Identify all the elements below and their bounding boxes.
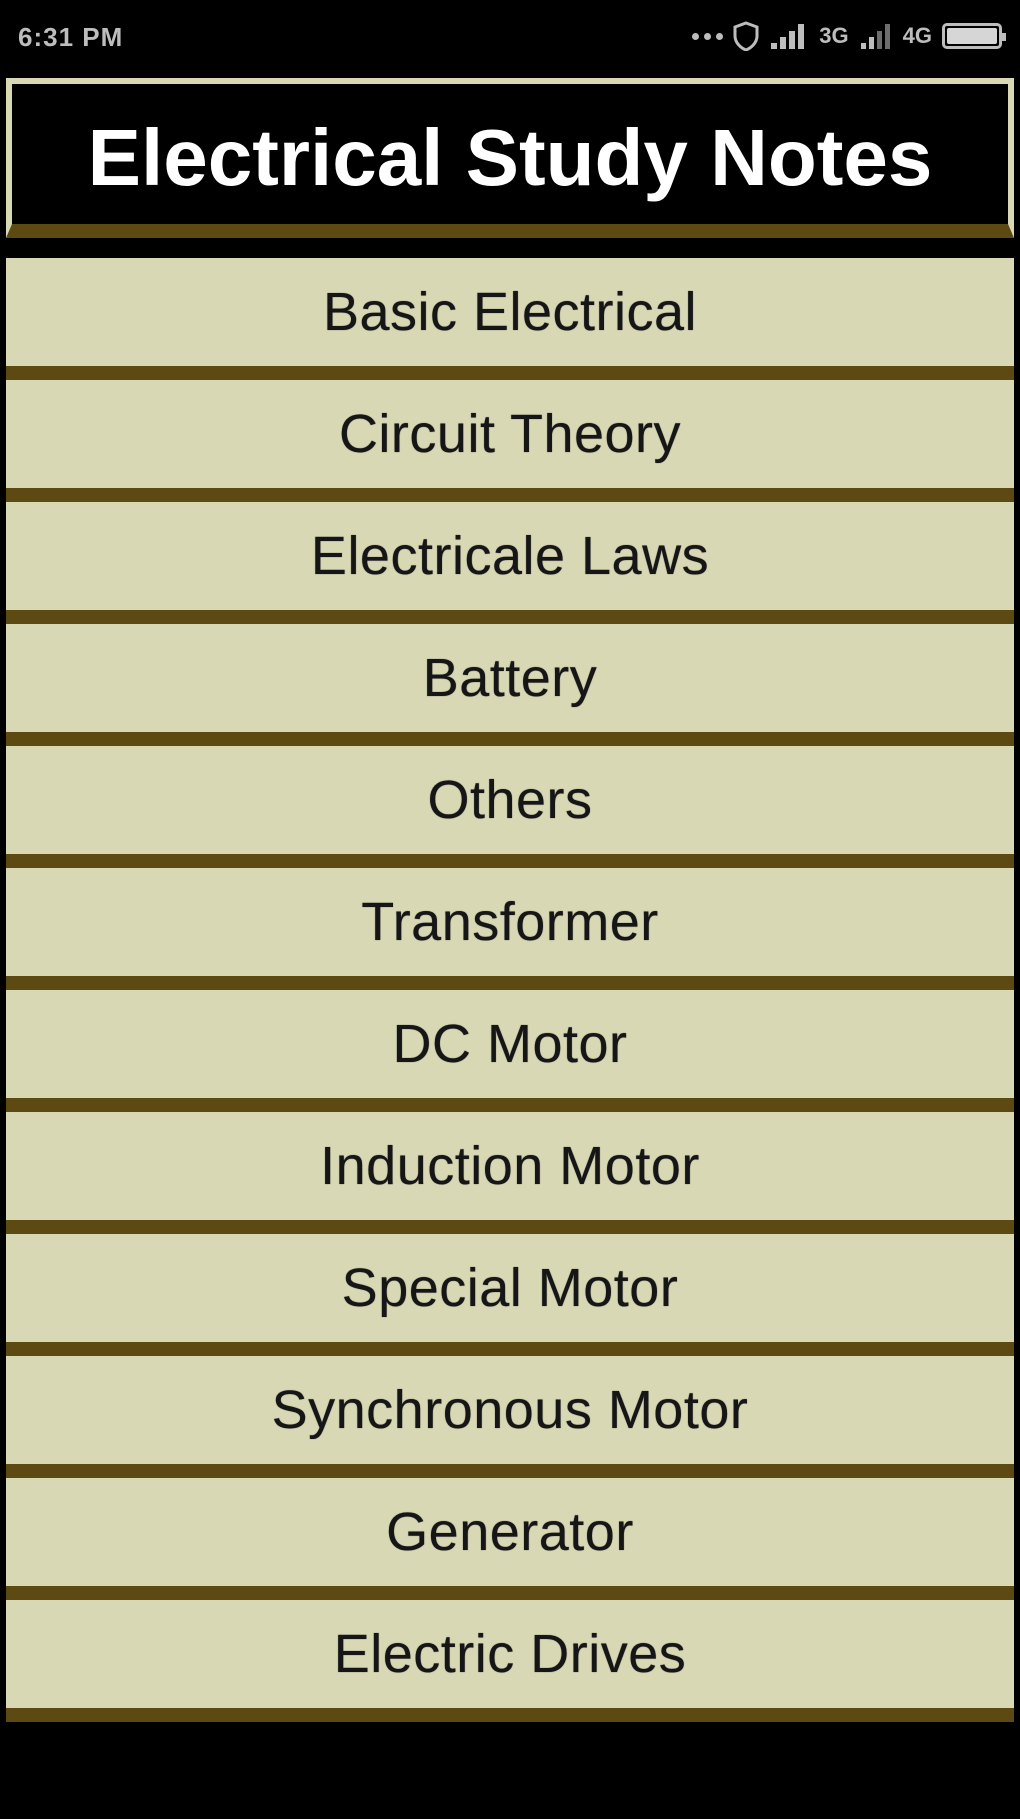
more-dots-icon bbox=[692, 32, 724, 40]
status-icons: 3G 4G bbox=[692, 18, 1006, 54]
list-item-basic-electrical[interactable]: Basic Electrical bbox=[6, 258, 1014, 380]
list-item-label: Induction Motor bbox=[320, 1136, 700, 1196]
list-item-dc-motor[interactable]: DC Motor bbox=[6, 990, 1014, 1112]
signal-icon bbox=[860, 24, 890, 49]
list-item-others[interactable]: Others bbox=[6, 746, 1014, 868]
battery-level bbox=[947, 28, 997, 44]
list-item-electricale-laws[interactable]: Electricale Laws bbox=[6, 502, 1014, 624]
list-item-label: Synchronous Motor bbox=[271, 1380, 749, 1440]
list-item-special-motor[interactable]: Special Motor bbox=[6, 1234, 1014, 1356]
battery-icon bbox=[942, 23, 1006, 49]
list-item-label: Basic Electrical bbox=[322, 282, 698, 342]
status-time: 6:31 PM bbox=[18, 22, 124, 52]
list-item-transformer[interactable]: Transformer bbox=[6, 868, 1014, 990]
list-item-induction-motor[interactable]: Induction Motor bbox=[6, 1112, 1014, 1234]
list-item-label: Generator bbox=[386, 1502, 634, 1562]
app-screen: Electrical Study Notes Basic Electrical C… bbox=[0, 70, 1020, 1819]
network-type-1: 3G bbox=[819, 23, 849, 48]
signal-icon bbox=[771, 24, 805, 49]
topic-list: Basic Electrical Circuit Theory Electrical… bbox=[6, 258, 1014, 1722]
list-item-synchronous-motor[interactable]: Synchronous Motor bbox=[6, 1356, 1014, 1478]
list-item-label: Transformer bbox=[361, 892, 659, 952]
list-item-label: Circuit Theory bbox=[338, 404, 682, 464]
list-item-label: Others bbox=[427, 770, 593, 830]
list-item-label: DC Motor bbox=[392, 1014, 628, 1074]
shield-icon bbox=[733, 21, 759, 51]
network-type-2: 4G bbox=[902, 23, 932, 48]
list-item-label: Special Motor bbox=[341, 1258, 679, 1318]
page-title: Electrical Study Notes bbox=[87, 113, 933, 202]
app-header: Electrical Study Notes bbox=[6, 78, 1014, 238]
list-item-circuit-theory[interactable]: Circuit Theory bbox=[6, 380, 1014, 502]
list-item-label: Battery bbox=[422, 648, 598, 708]
list-item-label: Electric Drives bbox=[333, 1624, 687, 1684]
list-item-electric-drives[interactable]: Electric Drives bbox=[6, 1600, 1014, 1722]
list-item-generator[interactable]: Generator bbox=[6, 1478, 1014, 1600]
list-item-label: Electricale Laws bbox=[310, 526, 710, 586]
status-bar: 6:31 PM 3G 4G bbox=[0, 0, 1020, 70]
list-item-battery[interactable]: Battery bbox=[6, 624, 1014, 746]
